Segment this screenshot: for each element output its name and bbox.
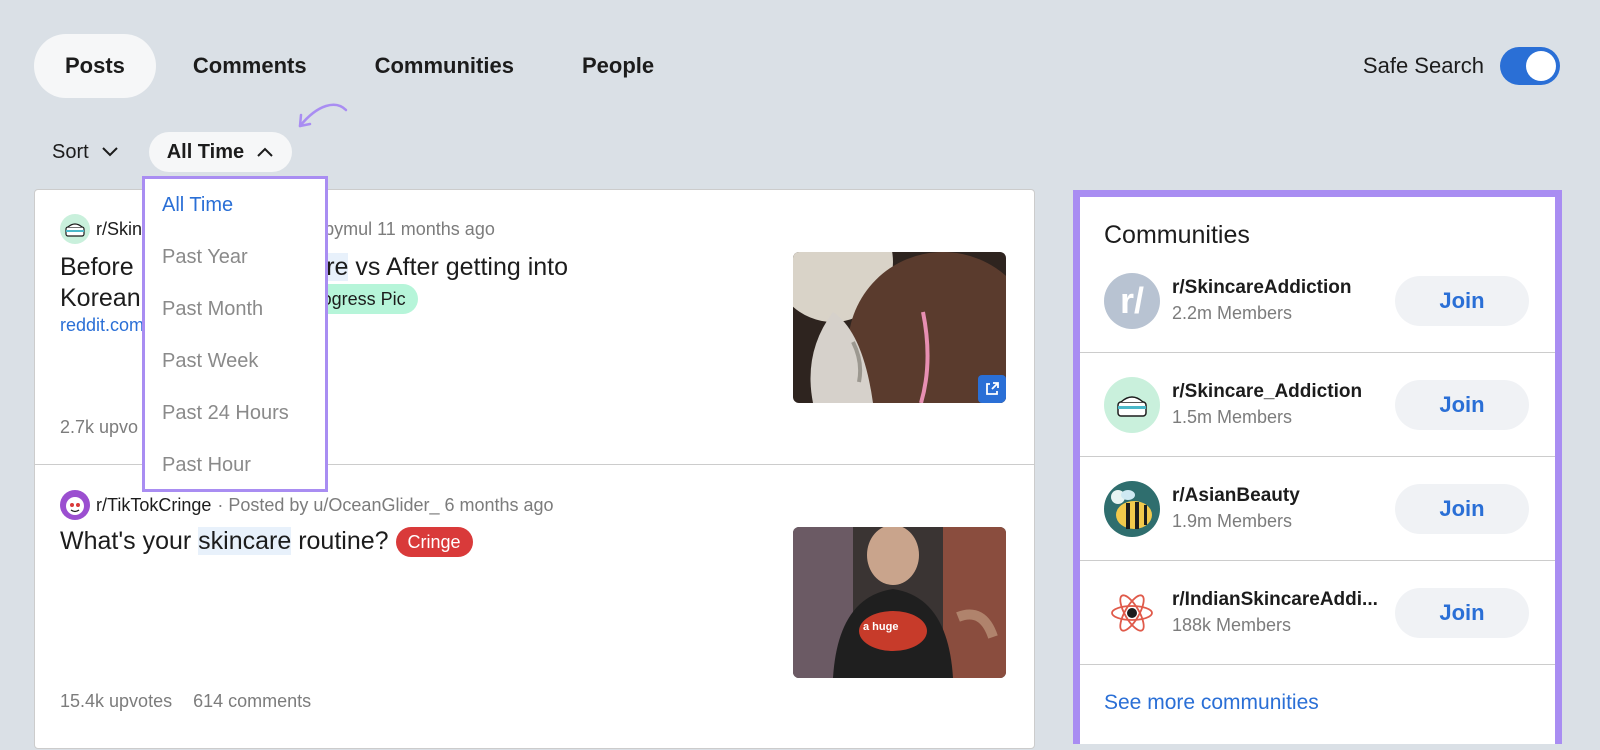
community-members: 1.5m Members — [1172, 407, 1293, 427]
chevron-down-icon — [101, 147, 118, 157]
communities-panel: Communities r/ r/SkincareAddiction 2.2m … — [1073, 190, 1562, 744]
external-link-icon — [978, 375, 1006, 403]
post-link[interactable]: reddit.com — [60, 315, 144, 336]
search-tabs: Posts Comments Communities People — [34, 34, 691, 98]
community-icon — [60, 490, 90, 520]
community-name[interactable]: r/SkincareAddiction — [1172, 277, 1384, 299]
community-avatar — [1104, 377, 1160, 433]
dropdown-option-past-hour[interactable]: Past Hour — [145, 439, 325, 491]
upvotes: 2.7k upvo — [60, 417, 139, 437]
sort-button[interactable]: Sort — [52, 141, 119, 164]
community-avatar: r/ — [1104, 273, 1160, 329]
dropdown-option-past-week[interactable]: Past Week — [145, 335, 325, 387]
comments-count[interactable]: 614 comments — [193, 691, 311, 711]
tab-people[interactable]: People — [551, 34, 685, 98]
title-line2: Korean — [60, 284, 141, 312]
community-members: 188k Members — [1172, 615, 1292, 635]
post-title[interactable]: What's your skincare routine? Cringe — [60, 526, 760, 558]
title-highlight: skincare — [198, 527, 292, 555]
time-filter-dropdown: All Time Past Year Past Month Past Week … — [142, 176, 328, 492]
community-avatar — [1104, 481, 1160, 537]
community-row[interactable]: r/IndianSkincareAddi... 188k Members Joi… — [1080, 561, 1555, 665]
community-icon — [60, 214, 90, 244]
title-part: What's your — [60, 527, 199, 555]
dropdown-option-past-24-hours[interactable]: Past 24 Hours — [145, 387, 325, 439]
time-filter-label: All Time — [166, 140, 245, 163]
toggle-knob — [1526, 51, 1556, 81]
thumb-caption: a huge — [863, 621, 898, 633]
see-more-communities-link[interactable]: See more communities — [1104, 691, 1319, 715]
title-part: routine? — [291, 527, 389, 555]
time-filter-button[interactable]: All Time — [148, 132, 293, 172]
post-flair[interactable]: Cringe — [395, 527, 473, 558]
safe-search-label: Safe Search — [1362, 53, 1484, 78]
post-meta: r/TikTokCringe · Posted by u/OceanGlider… — [60, 490, 554, 520]
post-thumbnail[interactable] — [793, 252, 1006, 403]
safe-search-toggle[interactable] — [1500, 47, 1560, 85]
dropdown-option-past-year[interactable]: Past Year — [145, 231, 325, 283]
community-name[interactable]: r/Skincare_Addiction — [1172, 381, 1384, 403]
tab-posts[interactable]: Posts — [34, 34, 156, 98]
dropdown-option-past-month[interactable]: Past Month — [145, 283, 325, 335]
join-button[interactable]: Join — [1395, 588, 1529, 638]
community-row[interactable]: r/Skincare_Addiction 1.5m Members Join — [1080, 353, 1555, 457]
post-byline: · Posted by u/OceanGlider_ 6 months ago — [217, 494, 554, 515]
community-avatar — [1104, 585, 1160, 641]
community-members: 2.2m Members — [1172, 303, 1293, 323]
annotation-arrow-icon — [298, 103, 348, 128]
join-button[interactable]: Join — [1395, 276, 1529, 326]
title-part: Before — [60, 253, 141, 281]
post-subreddit[interactable]: r/Skin — [96, 219, 142, 240]
join-button[interactable]: Join — [1395, 380, 1529, 430]
upvotes: 15.4k upvotes — [60, 691, 173, 711]
dropdown-option-all-time[interactable]: All Time — [145, 179, 325, 231]
community-row[interactable]: r/ r/SkincareAddiction 2.2m Members Join — [1080, 249, 1555, 353]
chevron-up-icon — [257, 147, 273, 157]
title-part: vs After getting into — [348, 253, 569, 281]
safe-search: Safe Search — [1363, 47, 1560, 85]
community-members: 1.9m Members — [1172, 511, 1293, 531]
communities-title: Communities — [1104, 221, 1250, 249]
post-thumbnail[interactable]: a huge — [793, 527, 1006, 678]
post-stats: 15.4k upvotes 614 comments — [60, 691, 327, 712]
community-row[interactable]: r/AsianBeauty 1.9m Members Join — [1080, 457, 1555, 561]
join-button[interactable]: Join — [1395, 484, 1529, 534]
post-subreddit[interactable]: r/TikTokCringe — [96, 495, 211, 516]
post-card[interactable]: r/TikTokCringe · Posted by u/OceanGlider… — [35, 466, 1034, 750]
community-name[interactable]: r/IndianSkincareAddi... — [1172, 589, 1384, 611]
post-stats: 2.7k upvo — [60, 417, 154, 438]
sort-row: Sort All Time — [52, 132, 293, 172]
tab-comments[interactable]: Comments — [162, 34, 338, 98]
tab-communities[interactable]: Communities — [344, 34, 545, 98]
sort-label: Sort — [52, 140, 89, 163]
community-name[interactable]: r/AsianBeauty — [1172, 485, 1384, 507]
